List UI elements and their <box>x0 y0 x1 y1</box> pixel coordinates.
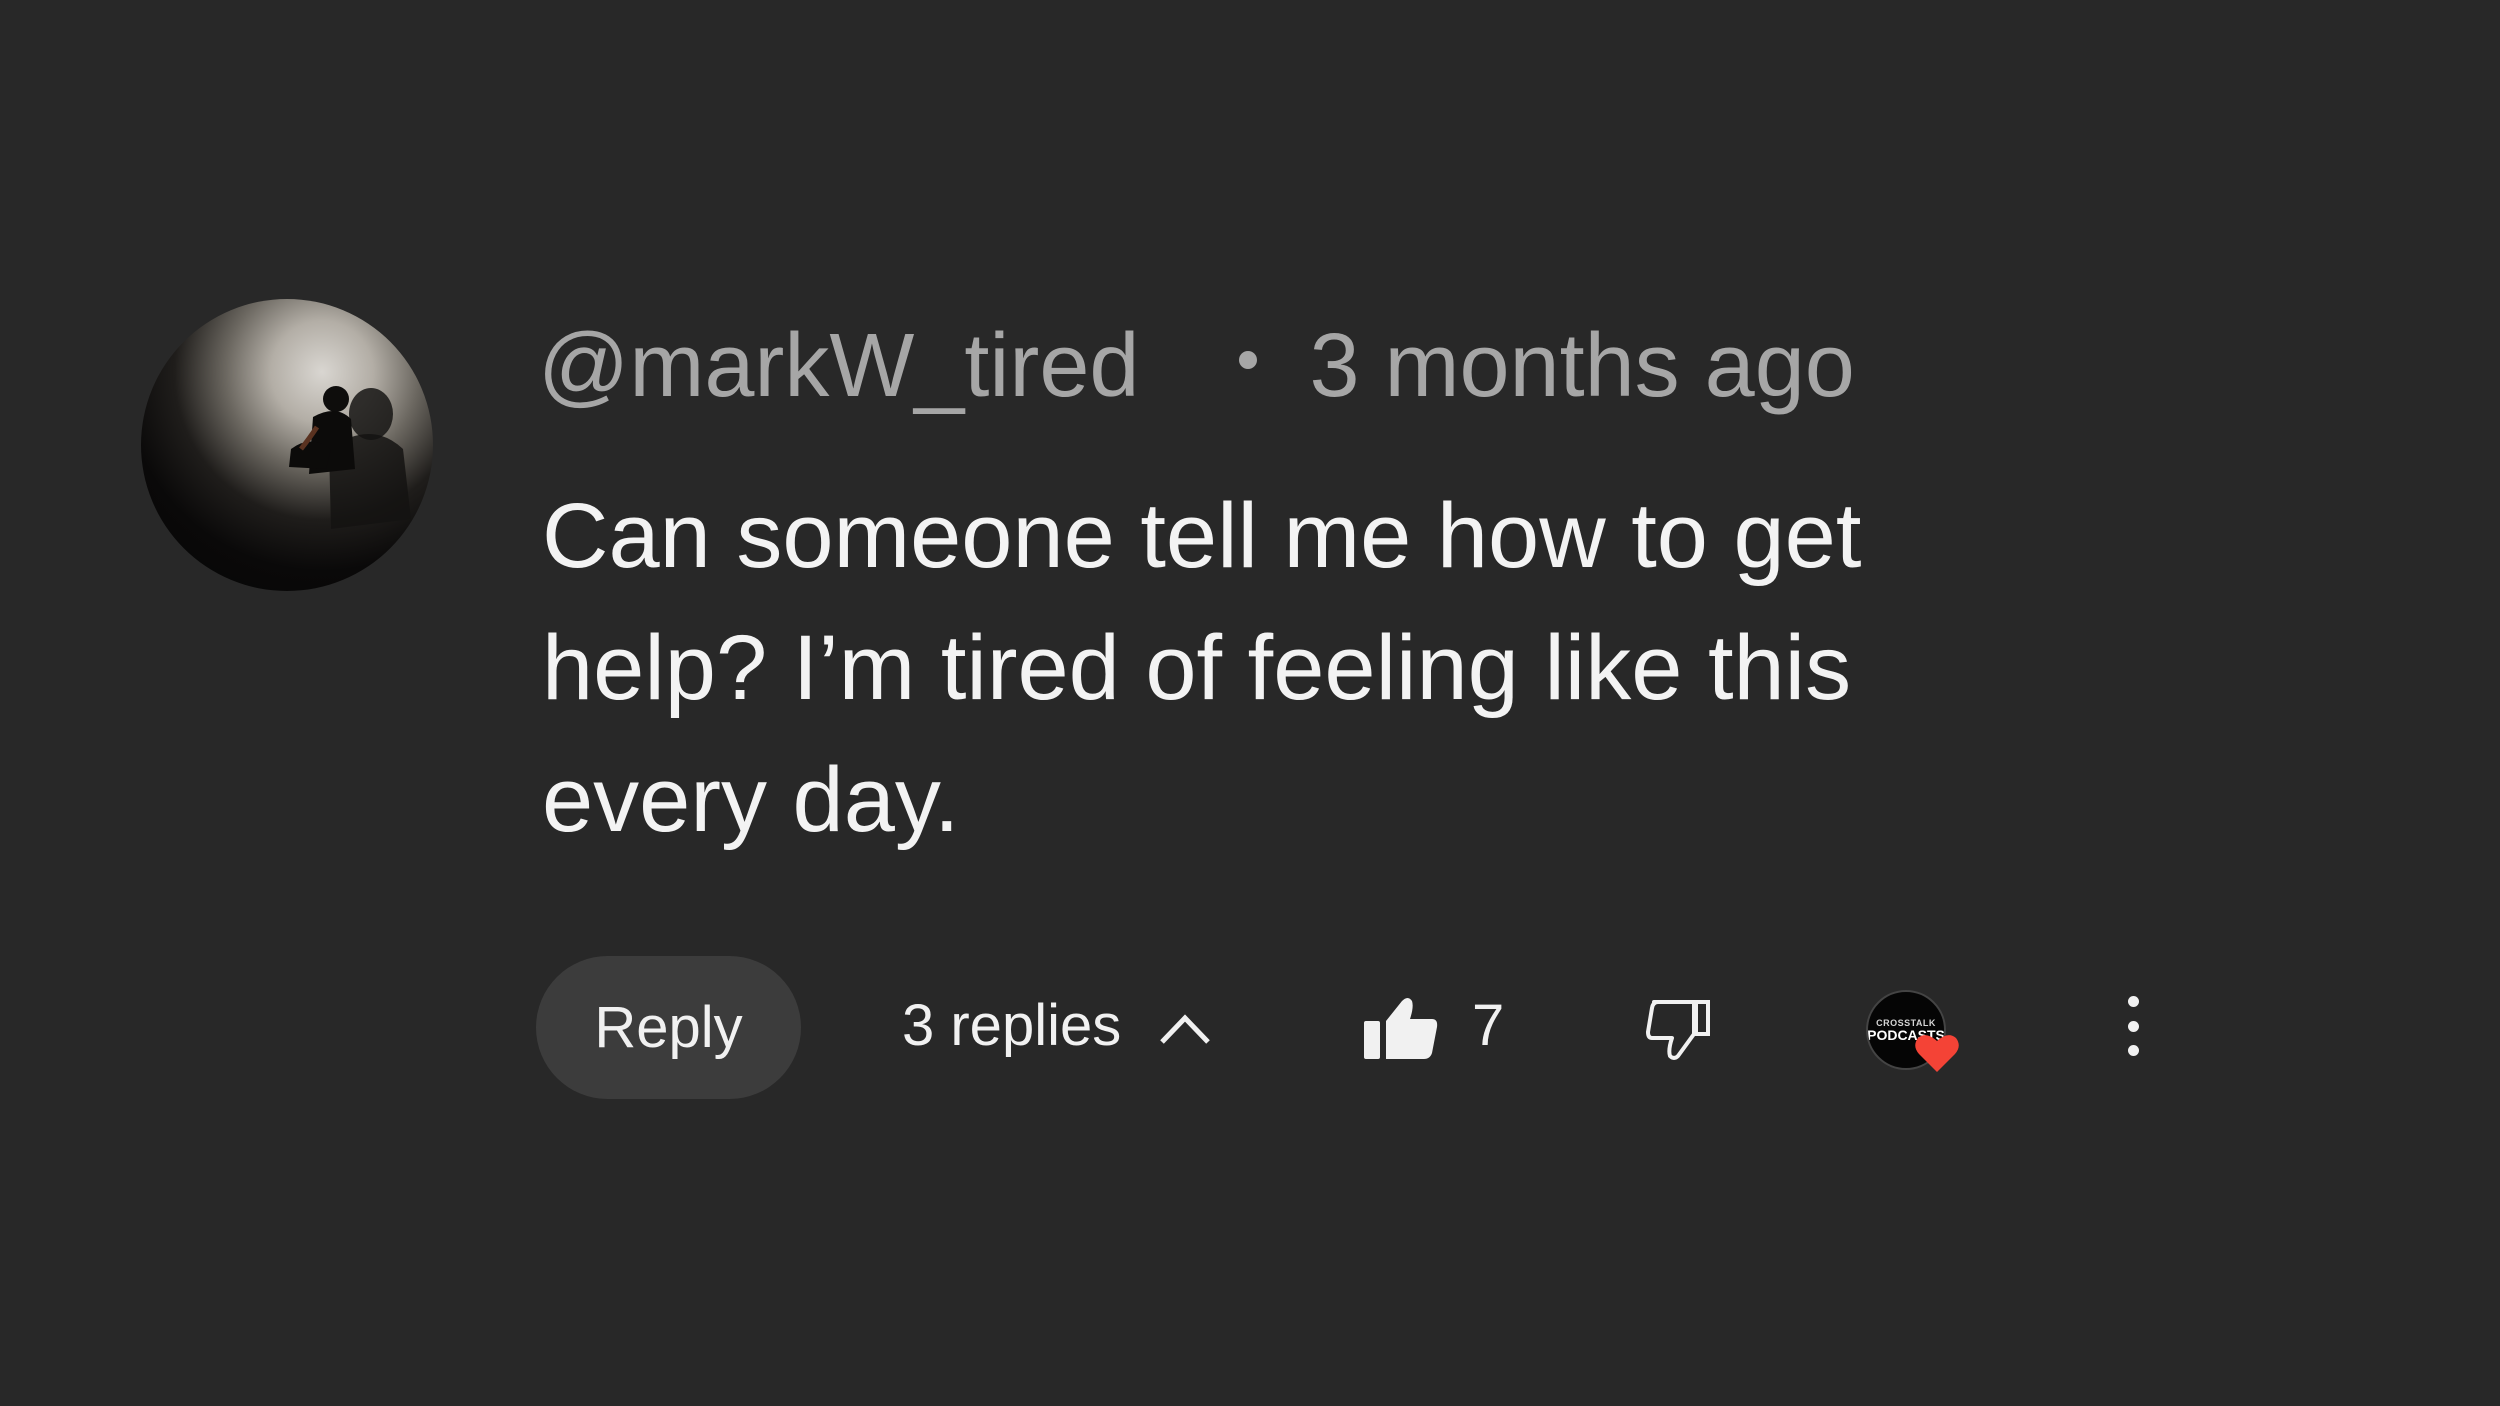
creator-heart-badge: CROSSTALK PODCASTS <box>1866 990 1966 1090</box>
creator-brand-top: CROSSTALK <box>1876 1017 1936 1028</box>
more-options-button[interactable] <box>2120 996 2146 1056</box>
avatar-silhouette <box>289 386 411 529</box>
like-count: 7 <box>1472 992 1505 1058</box>
author-handle[interactable]: @markW_tired <box>538 315 1139 418</box>
avatar[interactable] <box>141 299 433 591</box>
dislike-button[interactable] <box>1646 998 1712 1067</box>
comment-meta: @markW_tired 3 months ago <box>538 306 1855 426</box>
separator-dot <box>1239 351 1258 369</box>
vertical-ellipsis-icon-dot-1 <box>2127 996 2139 1007</box>
reply-button-label: Reply <box>594 995 743 1060</box>
thumbs-up-icon <box>1362 995 1438 1066</box>
thumbs-down-icon <box>1646 1000 1712 1066</box>
replies-toggle[interactable]: 3 replies <box>902 985 1211 1065</box>
comment-text: Can someone tell me how to get help? I’m… <box>542 485 1862 851</box>
vertical-ellipsis-icon-dot-3 <box>2127 1045 2139 1056</box>
heart-icon <box>1914 1032 1960 1079</box>
like-button[interactable] <box>1362 995 1438 1066</box>
chevron-up-icon <box>1159 992 1211 1059</box>
reply-button[interactable]: Reply <box>536 956 801 1099</box>
replies-count-label: 3 replies <box>902 992 1122 1058</box>
vertical-ellipsis-icon-dot-2 <box>2127 1020 2139 1032</box>
comment-timestamp[interactable]: 3 months ago <box>1309 315 1854 418</box>
